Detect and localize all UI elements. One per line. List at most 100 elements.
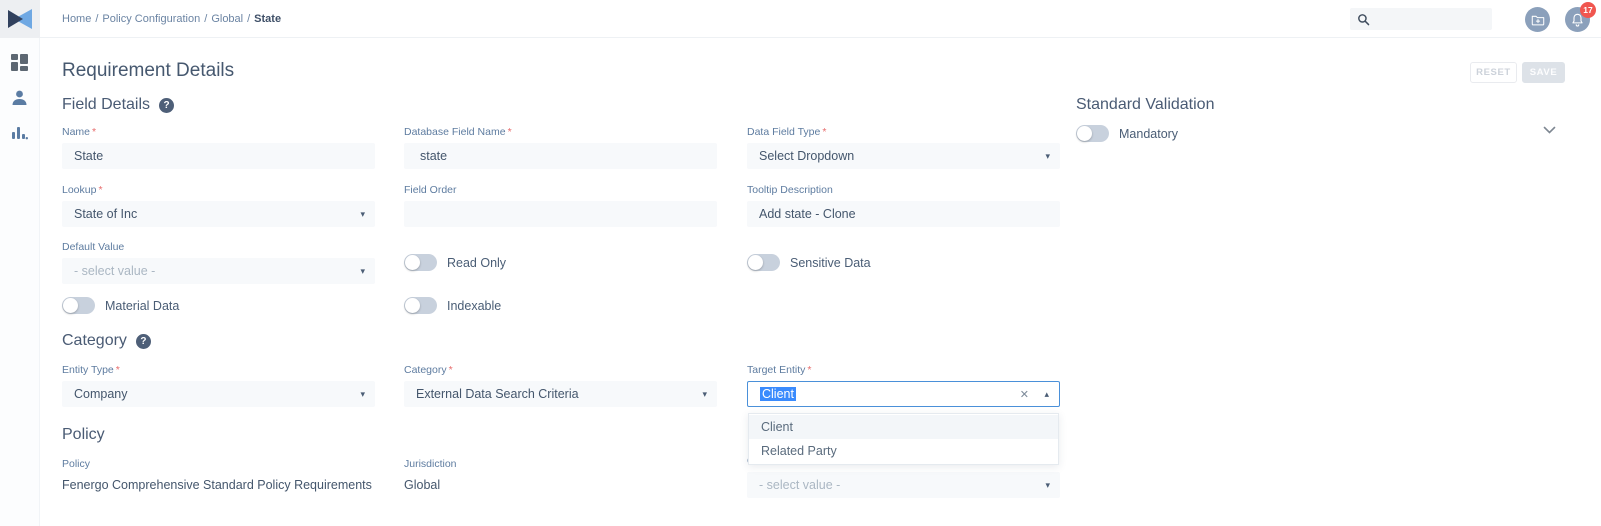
policy-heading-text: Policy xyxy=(62,426,105,444)
classification-select[interactable]: - select value - ▾ xyxy=(747,472,1060,498)
tooltip-description-input[interactable]: Add state - Clone xyxy=(747,201,1060,227)
dropdown-option-related-party[interactable]: Related Party xyxy=(749,439,1058,463)
jurisdiction-field: Jurisdiction Global xyxy=(404,458,717,492)
breadcrumb-separator: / xyxy=(204,13,207,25)
target-entity-label: Target Entity* xyxy=(747,364,1060,376)
search-icon xyxy=(1357,13,1370,26)
fenergo-x-logo-icon xyxy=(8,9,32,29)
breadcrumb: Home / Policy Configuration / Global / S… xyxy=(62,0,281,38)
tooltip-description-field: Tooltip Description Add state - Clone xyxy=(747,184,1060,227)
global-search xyxy=(1350,8,1492,30)
target-entity-field: Target Entity* Client ✕ ▴ Client Related… xyxy=(747,364,1060,407)
read-only-toggle-row: Read Only xyxy=(404,254,506,271)
sensitive-data-toggle[interactable] xyxy=(747,254,780,271)
required-asterisk: * xyxy=(98,184,102,196)
policy-heading: Policy xyxy=(62,426,105,444)
read-only-toggle-label: Read Only xyxy=(447,256,506,270)
lookup-field: Lookup* State of Inc ▾ xyxy=(62,184,375,227)
add-library-button[interactable] xyxy=(1525,7,1550,32)
category-heading: Category ? xyxy=(62,332,151,350)
bar-chart-icon[interactable] xyxy=(11,124,28,141)
dashboard-icon[interactable] xyxy=(11,54,28,71)
default-value-label: Default Value xyxy=(62,241,375,253)
field-order-field: Field Order xyxy=(404,184,717,227)
caret-down-icon: ▾ xyxy=(702,389,707,400)
topbar: Home / Policy Configuration / Global / S… xyxy=(40,0,1601,38)
field-order-input[interactable] xyxy=(404,201,717,227)
help-icon[interactable]: ? xyxy=(136,334,151,349)
field-details-heading: Field Details ? xyxy=(62,96,174,114)
indexable-toggle-row: Indexable xyxy=(404,297,501,314)
database-field-name-label: Database Field Name* xyxy=(404,126,717,138)
folder-plus-icon xyxy=(1531,13,1545,26)
save-button[interactable]: SAVE xyxy=(1522,62,1565,83)
help-icon[interactable]: ? xyxy=(159,98,174,113)
default-value-select[interactable]: - select value - ▾ xyxy=(62,258,375,284)
app-window: Home / Policy Configuration / Global / S… xyxy=(0,0,1601,526)
main-content: Requirement Details RESET SAVE Field Det… xyxy=(40,38,1601,526)
database-field-name-field: Database Field Name* state xyxy=(404,126,717,169)
field-details-heading-text: Field Details xyxy=(62,96,150,114)
mandatory-toggle-row: Mandatory xyxy=(1076,125,1178,142)
mandatory-toggle[interactable] xyxy=(1076,125,1109,142)
indexable-toggle[interactable] xyxy=(404,297,437,314)
selected-text: Client xyxy=(760,387,796,401)
name-input[interactable]: State xyxy=(62,143,375,169)
user-icon[interactable] xyxy=(11,89,28,106)
chevron-down-icon[interactable] xyxy=(1543,126,1556,135)
notification-badge: 17 xyxy=(1580,2,1596,18)
breadcrumb-global[interactable]: Global xyxy=(211,13,243,25)
search-input[interactable] xyxy=(1370,13,1485,25)
database-field-name-input[interactable]: state xyxy=(404,143,717,169)
reset-button[interactable]: RESET xyxy=(1470,62,1517,83)
category-label: Category* xyxy=(404,364,717,376)
sensitive-data-toggle-label: Sensitive Data xyxy=(790,256,871,270)
mandatory-toggle-label: Mandatory xyxy=(1119,127,1178,141)
required-asterisk: * xyxy=(92,126,96,138)
tooltip-description-label: Tooltip Description xyxy=(747,184,1060,196)
material-data-toggle-row: Material Data xyxy=(62,297,179,314)
brand-logo[interactable] xyxy=(0,0,40,38)
material-data-toggle-label: Material Data xyxy=(105,299,179,313)
notifications-button[interactable]: 17 xyxy=(1565,7,1590,32)
read-only-toggle[interactable] xyxy=(404,254,437,271)
required-asterisk: * xyxy=(822,126,826,138)
required-asterisk: * xyxy=(508,126,512,138)
lookup-label: Lookup* xyxy=(62,184,375,196)
sensitive-data-toggle-row: Sensitive Data xyxy=(747,254,871,271)
policy-label: Policy xyxy=(62,458,375,470)
target-entity-combobox[interactable]: Client ✕ ▴ Client Related Party xyxy=(747,381,1060,407)
dropdown-option-client[interactable]: Client xyxy=(749,415,1058,439)
standard-validation-heading-text: Standard Validation xyxy=(1076,96,1214,114)
entity-type-select[interactable]: Company ▾ xyxy=(62,381,375,407)
page-title: Requirement Details xyxy=(62,60,234,82)
material-data-toggle[interactable] xyxy=(62,297,95,314)
data-field-type-field: Data Field Type* Select Dropdown ▾ xyxy=(747,126,1060,169)
category-heading-text: Category xyxy=(62,332,127,350)
default-value-field: Default Value - select value - ▾ xyxy=(62,241,375,284)
caret-down-icon: ▾ xyxy=(1045,480,1050,491)
entity-type-field: Entity Type* Company ▾ xyxy=(62,364,375,407)
indexable-toggle-label: Indexable xyxy=(447,299,501,313)
data-field-type-label: Data Field Type* xyxy=(747,126,1060,138)
entity-type-label: Entity Type* xyxy=(62,364,375,376)
category-select[interactable]: External Data Search Criteria ▾ xyxy=(404,381,717,407)
field-order-label: Field Order xyxy=(404,184,717,196)
breadcrumb-home[interactable]: Home xyxy=(62,13,91,25)
breadcrumb-separator: / xyxy=(247,13,250,25)
clear-icon[interactable]: ✕ xyxy=(1020,388,1029,401)
lookup-select[interactable]: State of Inc ▾ xyxy=(62,201,375,227)
name-field: Name* State xyxy=(62,126,375,169)
caret-up-icon: ▴ xyxy=(1044,389,1049,400)
target-entity-dropdown-menu: Client Related Party xyxy=(748,413,1059,465)
name-label: Name* xyxy=(62,126,375,138)
sidebar xyxy=(0,0,40,526)
data-field-type-select[interactable]: Select Dropdown ▾ xyxy=(747,143,1060,169)
category-field: Category* External Data Search Criteria … xyxy=(404,364,717,407)
required-asterisk: * xyxy=(449,364,453,376)
breadcrumb-policy-configuration[interactable]: Policy Configuration xyxy=(102,13,200,25)
jurisdiction-label: Jurisdiction xyxy=(404,458,717,470)
required-asterisk: * xyxy=(116,364,120,376)
jurisdiction-value: Global xyxy=(404,478,717,492)
breadcrumb-current-state: State xyxy=(254,13,281,25)
